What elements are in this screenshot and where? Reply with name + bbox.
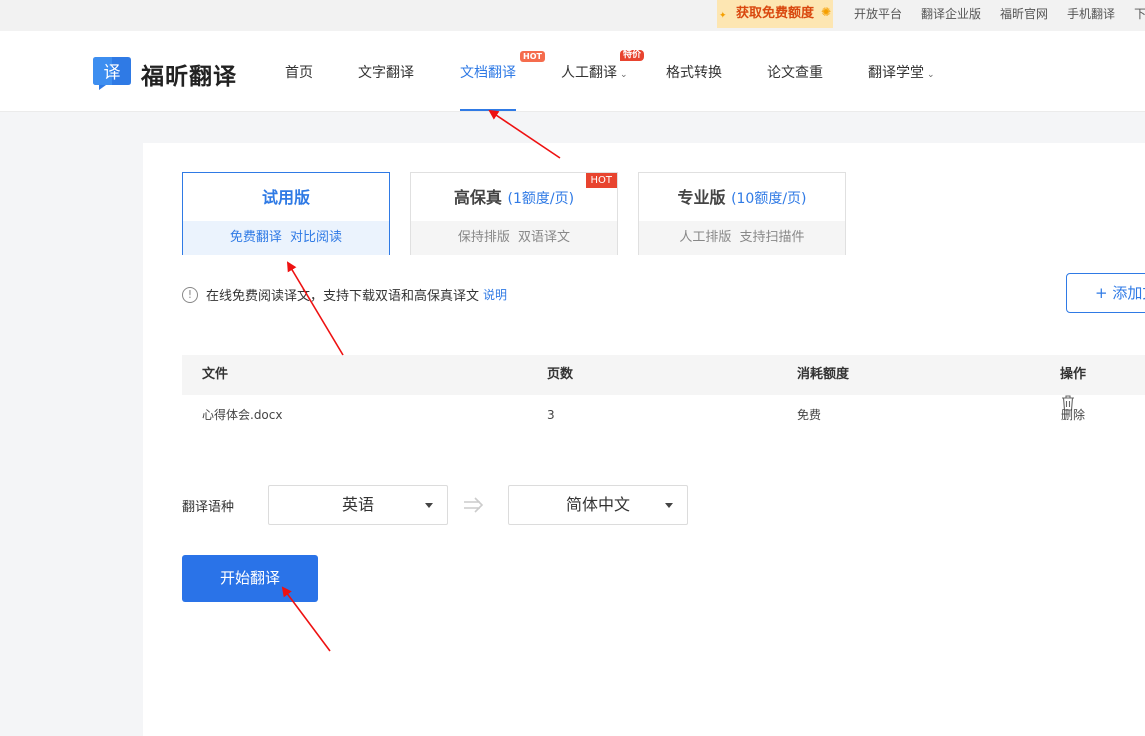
delete-file-button[interactable]: 删除 bbox=[1061, 395, 1085, 422]
plan-info: ! 在线免费阅读译文，支持下载双语和高保真译文 说明 bbox=[182, 285, 507, 304]
nav-text-translate-label: 文字翻译 bbox=[358, 65, 414, 81]
nav-human-translate-label: 人工翻译 bbox=[561, 65, 617, 81]
caret-down-icon bbox=[425, 503, 433, 508]
nav-translation-school-label: 翻译学堂 bbox=[868, 65, 924, 81]
nav-human-translate[interactable]: 人工翻译 ⌄ 特价 bbox=[561, 50, 645, 82]
file-cost: 免费 bbox=[797, 408, 822, 422]
plan-professional-features: 人工排版 支持扫描件 bbox=[639, 221, 845, 255]
target-language-value: 简体中文 bbox=[565, 495, 630, 514]
plan-professional-title: 专业版 (10额度/页) bbox=[639, 173, 845, 221]
nav-format-convert[interactable]: 格式转换 bbox=[666, 62, 722, 82]
chevron-down-icon: ⌄ bbox=[620, 70, 628, 80]
column-action: 操作 bbox=[1060, 367, 1087, 382]
hot-badge: HOT bbox=[585, 173, 617, 188]
plan-trial-name: 试用版 bbox=[261, 188, 310, 207]
column-pages: 页数 bbox=[547, 367, 574, 382]
nav-home-label: 首页 bbox=[285, 65, 313, 81]
top-link-mobile[interactable]: 手机翻译 bbox=[1067, 0, 1115, 28]
add-file-button[interactable]: + 添加文 bbox=[1066, 273, 1145, 313]
top-link-download[interactable]: 下 bbox=[1134, 0, 1145, 28]
nav-plagiarism-check[interactable]: 论文查重 bbox=[767, 62, 823, 82]
nav-plagiarism-check-label: 论文查重 bbox=[767, 65, 823, 81]
nav-text-translate[interactable]: 文字翻译 bbox=[358, 62, 414, 82]
top-link-enterprise[interactable]: 翻译企业版 bbox=[921, 0, 981, 28]
nav-doc-translate[interactable]: 文档翻译 HOT bbox=[460, 51, 545, 82]
nav-translation-school[interactable]: 翻译学堂 ⌄ bbox=[868, 62, 935, 82]
plan-high-fidelity-price: (1额度/页) bbox=[507, 191, 575, 207]
nav-home[interactable]: 首页 bbox=[285, 62, 313, 82]
plan-professional[interactable]: 专业版 (10额度/页) 人工排版 支持扫描件 bbox=[638, 172, 846, 255]
logo-icon[interactable]: 译 bbox=[92, 55, 132, 91]
plan-high-fidelity-name: 高保真 bbox=[453, 188, 502, 207]
top-link-official-site[interactable]: 福昕官网 bbox=[1000, 0, 1048, 28]
free-quota-promo-button[interactable]: ✦ 获取免费额度 ✺ bbox=[717, 0, 833, 28]
caret-down-icon bbox=[665, 503, 673, 508]
sparkle-icon: ✺ bbox=[820, 5, 831, 19]
file-pages: 3 bbox=[547, 408, 555, 422]
file-name: 心得体会.docx bbox=[202, 408, 283, 422]
nav-doc-translate-label: 文档翻译 bbox=[460, 65, 516, 81]
nav-format-convert-label: 格式转换 bbox=[666, 65, 722, 81]
logo-glyph: 译 bbox=[104, 63, 121, 83]
language-label: 翻译语种 bbox=[182, 500, 235, 515]
info-help-link[interactable]: 说明 bbox=[483, 286, 507, 303]
plan-professional-name: 专业版 bbox=[677, 188, 726, 207]
logo-text[interactable]: 福昕翻译 bbox=[141, 57, 237, 91]
column-cost: 消耗额度 bbox=[797, 367, 850, 382]
source-language-select[interactable]: 英语 bbox=[268, 485, 448, 525]
plan-info-text: 在线免费阅读译文，支持下载双语和高保真译文 bbox=[206, 289, 480, 304]
plan-trial[interactable]: 试用版 免费翻译 对比阅读 bbox=[182, 172, 390, 255]
active-nav-indicator bbox=[460, 109, 516, 111]
chevron-down-icon: ⌄ bbox=[927, 70, 935, 80]
plan-professional-price: (10额度/页) bbox=[731, 191, 807, 207]
target-language-select[interactable]: 简体中文 bbox=[508, 485, 688, 525]
top-link-open-platform[interactable]: 开放平台 bbox=[854, 0, 902, 28]
plan-high-fidelity-features: 保持排版 双语译文 bbox=[411, 221, 617, 255]
plan-high-fidelity[interactable]: 高保真 (1额度/页) 保持排版 双语译文 HOT bbox=[410, 172, 618, 255]
table-row: 心得体会.docx 3 免费 删除 bbox=[182, 395, 1145, 435]
plan-trial-features: 免费翻译 对比阅读 bbox=[183, 221, 389, 255]
sparkle-icon: ✦ bbox=[719, 11, 727, 21]
top-links: 开放平台 翻译企业版 福昕官网 手机翻译 下 bbox=[854, 0, 1145, 28]
top-utility-bar: ✦ 获取免费额度 ✺ 开放平台 翻译企业版 福昕官网 手机翻译 下 bbox=[0, 0, 1145, 31]
source-language-value: 英语 bbox=[341, 495, 374, 514]
delete-label: 删除 bbox=[1061, 408, 1086, 422]
file-table-header: 文件 页数 消耗额度 操作 bbox=[182, 355, 1145, 395]
site-header: 译 福昕翻译 首页 文字翻译 文档翻译 HOT 人工翻译 ⌄ 特价 格式转换 论文… bbox=[0, 31, 1145, 112]
promo-label: 获取免费额度 bbox=[735, 6, 814, 21]
hot-badge: HOT bbox=[520, 51, 545, 62]
swap-arrow-icon[interactable] bbox=[462, 495, 484, 515]
column-file: 文件 bbox=[202, 367, 229, 382]
plan-trial-title: 试用版 bbox=[183, 173, 389, 221]
start-translation-button[interactable]: 开始翻译 bbox=[182, 555, 318, 602]
sale-badge: 特价 bbox=[620, 50, 645, 61]
info-circle-icon: ! bbox=[182, 286, 198, 303]
